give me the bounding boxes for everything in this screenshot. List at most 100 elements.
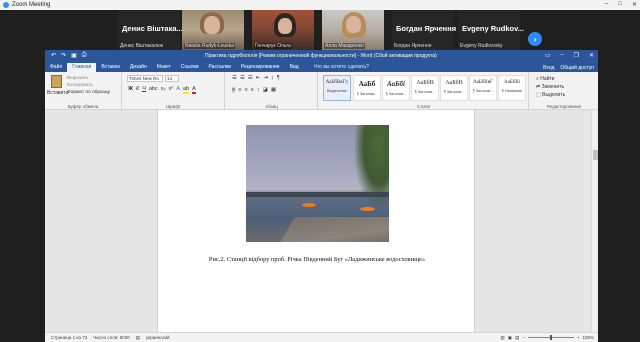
next-page-icon[interactable]: ›	[528, 32, 542, 46]
shading-icon[interactable]: ◪	[263, 87, 268, 93]
font-color-icon[interactable]: A	[192, 86, 196, 94]
participant-tile[interactable]: Evgeny Rudkov... Evgeny Rudkovsky	[458, 10, 524, 50]
align-center-icon[interactable]: ≡	[238, 87, 241, 93]
format-painter-button[interactable]: Формат по образцу	[67, 89, 110, 96]
sign-in-link[interactable]: Вход	[543, 65, 554, 71]
highlight-icon[interactable]: ab	[182, 86, 190, 94]
style-option[interactable]: АаБбВ ¶ Заголов...	[440, 75, 468, 101]
minimize-icon[interactable]: –	[560, 52, 563, 59]
participant-video-tile[interactable]: Гончарук Ольга	[252, 10, 314, 50]
quick-access-toolbar: ↶ ↷ ▣ ⎙	[45, 52, 87, 59]
zoom-slider[interactable]	[527, 335, 574, 340]
close-icon[interactable]: ✕	[589, 52, 594, 59]
sort-icon[interactable]: ↕	[271, 75, 274, 81]
style-name: Выделение	[326, 89, 348, 93]
align-right-icon[interactable]: ≡	[244, 87, 247, 93]
participant-video-tile[interactable]: Алла Макаренко	[322, 10, 384, 50]
replace-button[interactable]: ⇄ Заменить	[536, 83, 565, 91]
paste-button[interactable]: Вставить	[47, 90, 68, 96]
zoom-control: ▥ ▣ ▤ – + 100%	[501, 335, 594, 341]
tab-references[interactable]: Ссылки	[176, 63, 204, 72]
tab-home[interactable]: Главная	[67, 63, 97, 72]
style-option[interactable]: АаБбВвГг, Выделение	[323, 75, 351, 101]
zoom-in-icon[interactable]: +	[577, 335, 580, 340]
print-icon[interactable]: ⎙	[82, 52, 87, 59]
tell-me-input[interactable]: Что вы хотите сделать?	[304, 63, 369, 72]
figure-caption: Рис.2. Станції відбору проб. Річка Півде…	[208, 256, 426, 263]
style-option[interactable]: АаБбВвГ ¶ Заголов...	[469, 75, 497, 101]
tab-design[interactable]: Дизайн	[125, 63, 152, 72]
select-button[interactable]: ⬚ Выделить	[536, 91, 565, 99]
redo-icon[interactable]: ↷	[61, 52, 66, 59]
restore-icon[interactable]: ❐	[574, 52, 579, 59]
document-page[interactable]: Рис.2. Станції відбору проб. Річка Півде…	[157, 110, 475, 332]
ribbon-tabs: Файл Главная Вставка Дизайн Макет Ссылки…	[45, 61, 598, 72]
tab-view[interactable]: Вид	[285, 63, 304, 72]
paragraph-group: ☰ ☰ ☰ ⇤ ⇥ ↕ ¶ ≡ ≡ ≡ ≡ ↕ ◪ ▦ Абзац	[226, 72, 318, 110]
tab-file[interactable]: Файл	[45, 63, 67, 72]
style-option[interactable]: АаБб ¶ Заголов...	[353, 75, 381, 101]
style-name: ¶ Заголов...	[472, 89, 494, 93]
style-name: ¶ Заголов...	[443, 90, 465, 94]
increase-indent-icon[interactable]: ⇥	[263, 75, 268, 81]
italic-icon[interactable]: К	[136, 86, 139, 94]
bullets-icon[interactable]: ☰	[232, 75, 237, 81]
participant-tile[interactable]: Денис Віштака... Денис Віштакалюк	[118, 10, 183, 50]
save-icon[interactable]: ▣	[71, 52, 77, 59]
print-layout-icon[interactable]: ▣	[508, 335, 512, 341]
tab-layout[interactable]: Макет	[152, 63, 176, 72]
zoom-out-icon[interactable]: –	[522, 335, 525, 340]
tab-review[interactable]: Рецензирование	[236, 63, 285, 72]
bold-icon[interactable]: Ж	[128, 86, 133, 94]
font-name-select[interactable]: Times New Ro	[127, 75, 163, 82]
style-option[interactable]: АаБбВ ¶ Заголов...	[411, 75, 439, 101]
font-format-row: Ж К Ч abc x₂ x² A ab A	[128, 86, 196, 94]
superscript-icon[interactable]: x²	[169, 86, 174, 94]
decrease-indent-icon[interactable]: ⇤	[256, 75, 261, 81]
subscript-icon[interactable]: x₂	[161, 86, 166, 94]
participant-label: Гончарук Ольга	[254, 43, 292, 49]
scrollbar-thumb[interactable]	[593, 150, 598, 160]
font-size-select[interactable]: 14	[165, 75, 179, 82]
undo-icon[interactable]: ↶	[51, 52, 56, 59]
vertical-scrollbar[interactable]	[591, 110, 598, 332]
ribbon-display-icon[interactable]: ▭	[545, 52, 551, 59]
copy-button[interactable]: Копировать	[67, 82, 110, 89]
zoom-level[interactable]: 100%	[582, 335, 594, 340]
participant-tile[interactable]: Богдан Ярчення Богдан Ярчення	[392, 10, 456, 50]
underline-icon[interactable]: Ч	[142, 86, 146, 94]
cut-button[interactable]: Вырезать	[67, 75, 110, 82]
status-bar: Страница 1 из 73 Число слов: 8030 ▤ укра…	[45, 332, 598, 342]
read-mode-icon[interactable]: ▥	[501, 335, 505, 341]
find-button[interactable]: ⌕ Найти	[536, 75, 565, 83]
proofing-icon[interactable]: ▤	[130, 335, 140, 341]
align-left-icon[interactable]: ≡	[232, 87, 236, 93]
tab-mailings[interactable]: Рассылки	[204, 63, 236, 72]
participant-video-tile[interactable]: Natalia Rudyk-Leuska	[182, 10, 244, 50]
numbering-icon[interactable]: ☰	[240, 75, 245, 81]
group-label: Шрифт	[166, 104, 181, 109]
style-option[interactable]: АаБбі ¶ Заголов...	[382, 75, 410, 101]
language-indicator[interactable]: украинский	[140, 335, 169, 340]
strikethrough-icon[interactable]: abc	[149, 86, 158, 94]
style-name: ¶ Название	[501, 89, 523, 93]
minimize-icon[interactable]: –	[605, 1, 608, 8]
text-effects-icon[interactable]: A	[176, 86, 180, 94]
maximize-icon[interactable]: □	[618, 1, 622, 8]
justify-icon[interactable]: ≡	[251, 87, 254, 93]
document-canvas[interactable]: Рис.2. Станції відбору проб. Річка Півде…	[45, 110, 598, 332]
page-count[interactable]: Страница 1 из 73	[45, 335, 87, 340]
show-marks-icon[interactable]: ¶	[277, 75, 280, 81]
web-layout-icon[interactable]: ▤	[515, 335, 519, 341]
paste-icon[interactable]	[51, 75, 62, 88]
word-count[interactable]: Число слов: 8030	[87, 335, 130, 340]
multilevel-list-icon[interactable]: ☰	[248, 75, 253, 81]
tab-insert[interactable]: Вставка	[96, 63, 125, 72]
reservoir-photo[interactable]	[246, 125, 389, 242]
style-name: ¶ Заголов...	[356, 92, 378, 96]
close-icon[interactable]: ✕	[632, 1, 637, 8]
style-option[interactable]: АаБбВі ¶ Название	[498, 75, 526, 101]
share-button[interactable]: Общий доступ	[560, 65, 594, 71]
line-spacing-icon[interactable]: ↕	[257, 87, 260, 93]
borders-icon[interactable]: ▦	[271, 87, 276, 93]
